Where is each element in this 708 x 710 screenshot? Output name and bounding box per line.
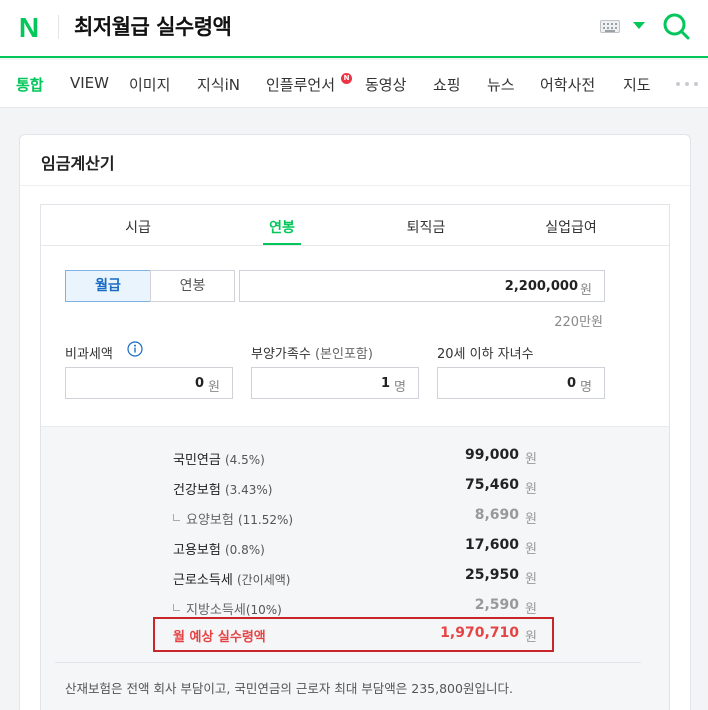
search-icon[interactable]: [661, 11, 691, 41]
divider: [41, 245, 669, 246]
result-label: 고용보험 (0.8%): [173, 539, 265, 558]
tab-hourly[interactable]: 시급: [88, 217, 188, 237]
unit-label: 원: [525, 482, 537, 497]
tab-shopping[interactable]: 쇼핑: [433, 74, 461, 95]
new-badge: N: [341, 73, 352, 84]
result-label-text: 국민연금: [173, 453, 221, 468]
result-row-income-tax: 근로소득세 (간이세액) 25,950 원: [173, 567, 537, 588]
tab-kin[interactable]: 지식iN: [197, 74, 240, 95]
unit-label: 원: [580, 283, 592, 298]
info-icon[interactable]: [127, 341, 143, 357]
unit-label: 원: [208, 380, 220, 395]
tab-news[interactable]: 뉴스: [487, 74, 515, 95]
header-divider: [58, 15, 59, 39]
naver-logo[interactable]: N: [14, 12, 44, 42]
unit-label: 원: [525, 512, 537, 527]
tab-view[interactable]: VIEW: [70, 74, 109, 92]
nontaxable-input[interactable]: 0 원: [65, 367, 233, 399]
search-query-input[interactable]: 최저월급 실수령액: [74, 11, 232, 41]
tab-images[interactable]: 이미지: [129, 74, 170, 95]
keyboard-icon[interactable]: [600, 20, 620, 33]
wage-calculator-card: 임금계산기 시급 연봉 퇴직금 실업급여 월급 연봉 2,200,000 원 2…: [19, 134, 691, 710]
tab-map[interactable]: 지도: [623, 74, 651, 95]
tab-annual[interactable]: 연봉: [232, 217, 332, 237]
divider: [20, 185, 690, 186]
result-label-text: 건강보험: [173, 483, 221, 498]
svg-text:N: N: [19, 12, 39, 42]
result-row-local-tax: 지방소득세(10%) 2,590 원: [173, 597, 537, 618]
net-pay-row: 월 예상 실수령액 1,970,710 원: [173, 625, 537, 645]
result-value: 17,600: [464, 537, 519, 553]
sub-item-icon: [173, 604, 180, 611]
result-rate: (10%): [245, 603, 282, 617]
unit-label: 원: [525, 572, 537, 587]
result-row-health: 건강보험 (3.43%) 75,460 원: [173, 477, 537, 498]
dependents-value: 1: [380, 376, 390, 391]
card-title: 임금계산기: [41, 154, 115, 173]
result-row-employment: 고용보험 (0.8%) 17,600 원: [173, 537, 537, 558]
result-value: 2,590: [474, 597, 519, 613]
salary-value: 2,200,000: [504, 279, 578, 294]
result-rate: (4.5%): [224, 453, 265, 467]
net-pay-value: 1,970,710: [440, 625, 519, 641]
unit-label: 명: [580, 380, 592, 395]
result-label-text: 근로소득세: [173, 573, 233, 588]
result-label: 국민연금 (4.5%): [173, 449, 265, 468]
children-input[interactable]: 0 명: [437, 367, 605, 399]
result-label: 지방소득세(10%): [173, 599, 282, 618]
result-value: 25,950: [464, 567, 519, 583]
tab-integrated[interactable]: 통합: [16, 74, 44, 95]
unit-label: 원: [525, 542, 537, 557]
result-label-text: 지방소득세: [186, 603, 246, 618]
nontaxable-label: 비과세액: [65, 347, 113, 362]
search-header: N 최저월급 실수령액: [0, 0, 708, 58]
unit-label: 명: [394, 380, 406, 395]
salary-input[interactable]: 2,200,000 원: [239, 270, 605, 302]
result-value: 99,000: [464, 447, 519, 463]
result-row-pension: 국민연금 (4.5%) 99,000 원: [173, 447, 537, 468]
salary-in-man-won: 220만원: [554, 315, 603, 330]
result-label: 요양보험 (11.52%): [173, 509, 293, 528]
unit-label: 원: [525, 452, 537, 467]
result-rate: (간이세액): [236, 573, 291, 587]
result-value: 8,690: [474, 507, 519, 523]
dependents-label-text: 부양가족수: [251, 347, 311, 362]
yearly-toggle-button[interactable]: 연봉: [150, 270, 235, 302]
nontaxable-value: 0: [194, 376, 204, 391]
monthly-toggle-button[interactable]: 월급: [65, 270, 151, 302]
calculator-panel: 시급 연봉 퇴직금 실업급여 월급 연봉 2,200,000 원 220만원 비…: [40, 204, 670, 710]
result-rate: (0.8%): [224, 543, 265, 557]
footnote: 산재보험은 전액 회사 부담이고, 국민연금의 근로자 최대 부담액은 235,…: [65, 681, 513, 696]
result-rate: (11.52%): [237, 513, 294, 527]
net-pay-label: 월 예상 실수령액: [173, 630, 266, 645]
sub-item-icon: [173, 514, 180, 521]
autocomplete-toggle-icon[interactable]: [633, 22, 645, 29]
tab-influencer[interactable]: 인플루언서: [266, 74, 335, 95]
unit-label: 원: [525, 630, 537, 645]
tab-unemployment[interactable]: 실업급여: [521, 217, 621, 237]
result-row-longterm-care: 요양보험 (11.52%) 8,690 원: [173, 507, 537, 528]
result-value: 75,460: [464, 477, 519, 493]
result-label: 근로소득세 (간이세액): [173, 569, 290, 588]
result-rate: (3.43%): [224, 483, 273, 497]
tab-video[interactable]: 동영상: [365, 74, 406, 95]
result-label: 건강보험 (3.43%): [173, 479, 272, 498]
dependents-input[interactable]: 1 명: [251, 367, 419, 399]
tab-severance[interactable]: 퇴직금: [376, 217, 476, 237]
result-label-text: 고용보험: [173, 543, 221, 558]
tab-dictionary[interactable]: 어학사전: [540, 74, 595, 95]
result-label-text: 요양보험: [186, 513, 234, 528]
dependents-label: 부양가족수 (본인포함): [251, 343, 373, 362]
children-label: 20세 이하 자녀수: [437, 347, 534, 362]
dependents-label-note: (본인포함): [314, 347, 373, 362]
divider: [55, 662, 641, 663]
search-tabs: 통합 VIEW 이미지 지식iN 인플루언서 N 동영상 쇼핑 뉴스 어학사전 …: [0, 60, 708, 108]
unit-label: 원: [525, 602, 537, 617]
children-value: 0: [566, 376, 576, 391]
results-panel: 국민연금 (4.5%) 99,000 원 건강보험 (3.43%) 75,460…: [41, 426, 669, 710]
